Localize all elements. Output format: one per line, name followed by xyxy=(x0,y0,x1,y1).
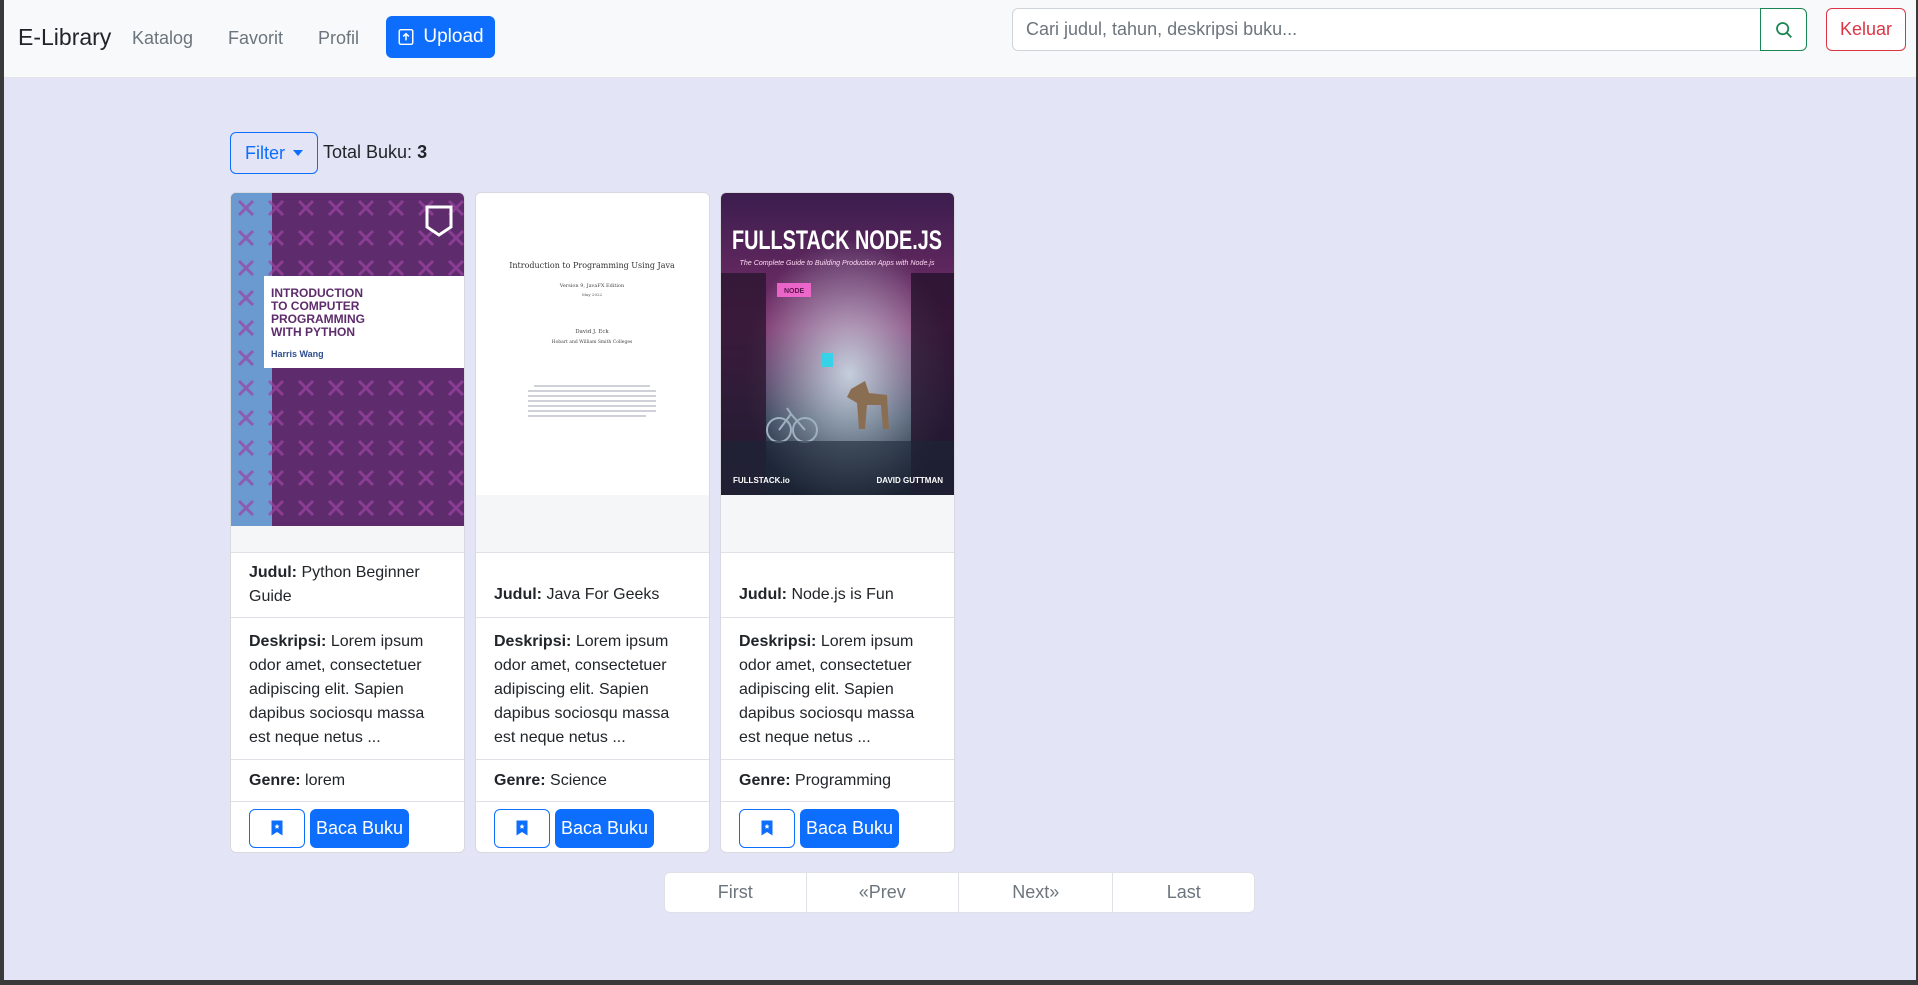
book-genre-label: Genre: xyxy=(739,771,791,789)
logout-button[interactable]: Keluar xyxy=(1826,8,1906,51)
cover-title-line-2: TO COMPUTER xyxy=(271,299,360,313)
bookmark-button[interactable] xyxy=(739,808,795,848)
book-title-label: Judul: xyxy=(249,564,297,581)
bookmark-icon xyxy=(761,820,773,836)
book-description-label: Deskripsi: xyxy=(494,633,572,650)
total-books-value: 3 xyxy=(417,142,428,162)
book-title-row: Judul: Python Beginner Guide xyxy=(231,552,464,617)
book-genre-row: Genre: Programming xyxy=(721,759,954,801)
book-genre: Programming xyxy=(795,771,892,789)
book-card: INTRODUCTION TO COMPUTER PROGRAMMING WIT… xyxy=(230,192,465,853)
pagination-prev[interactable]: «Prev xyxy=(807,873,959,912)
filter-dropdown-button[interactable]: Filter xyxy=(230,132,318,174)
cover-neon-sign: NODE xyxy=(784,288,805,295)
book-description-label: Deskripsi: xyxy=(249,633,327,650)
bookmark-icon xyxy=(516,820,528,836)
search-icon xyxy=(1775,21,1792,38)
search-input[interactable] xyxy=(1012,8,1761,51)
pagination-next[interactable]: Next» xyxy=(959,873,1114,912)
total-books: Total Buku: 3 xyxy=(323,142,427,163)
pagination: First «Prev Next» Last xyxy=(664,872,1255,913)
cover-publisher: FULLSTACK.io xyxy=(733,476,790,485)
bookmark-button[interactable] xyxy=(494,808,550,848)
upload-icon xyxy=(398,28,414,46)
filter-label: Filter xyxy=(245,142,285,163)
window-frame-bottom xyxy=(0,980,1918,985)
book-actions: Baca Buku xyxy=(721,801,954,852)
cover-subtitle: The Complete Guide to Building Productio… xyxy=(740,260,935,267)
nav-link-favorit[interactable]: Favorit xyxy=(228,28,283,49)
cover-author: DAVID GUTTMAN xyxy=(876,476,943,485)
cover-affiliation: Hobart and William Smith Colleges xyxy=(552,339,633,345)
book-cover-image[interactable]: INTRODUCTION TO COMPUTER PROGRAMMING WIT… xyxy=(231,193,464,552)
book-cover-image[interactable]: Introduction to Programming Using Java V… xyxy=(476,193,709,552)
cover-edition: Version 9, JavaFX Edition xyxy=(559,283,625,289)
navbar: E-Library Katalog Favorit Profil Upload … xyxy=(4,0,1916,78)
book-description-row: Deskripsi: Lorem ipsum odor amet, consec… xyxy=(476,617,709,759)
pagination-first[interactable]: First xyxy=(665,873,807,912)
book-card: Introduction to Programming Using Java V… xyxy=(475,192,710,853)
book-actions: Baca Buku xyxy=(476,801,709,852)
cover-title-line-4: WITH PYTHON xyxy=(271,325,355,339)
book-genre-row: Genre: lorem xyxy=(231,759,464,801)
book-genre-label: Genre: xyxy=(249,771,301,789)
book-description-label: Deskripsi: xyxy=(739,633,817,650)
total-books-label: Total Buku: xyxy=(323,142,413,162)
book-title: Node.js is Fun xyxy=(791,586,894,603)
cover-author: Harris Wang xyxy=(271,349,324,359)
search-button[interactable] xyxy=(1760,8,1807,51)
book-cover-image[interactable]: NODE FULLSTACK NODE.JS The Complete Guid… xyxy=(721,193,954,552)
book-card: NODE FULLSTACK NODE.JS The Complete Guid… xyxy=(720,192,955,853)
book-actions: Baca Buku xyxy=(231,801,464,852)
cover-date: May 2022 xyxy=(582,292,603,297)
book-title-row: Judul: Java For Geeks xyxy=(476,552,709,617)
book-title: Java For Geeks xyxy=(546,586,660,603)
window-frame-left xyxy=(0,0,4,985)
upload-label: Upload xyxy=(423,26,484,47)
caret-down-icon xyxy=(293,150,303,156)
upload-button[interactable]: Upload xyxy=(386,16,495,58)
read-book-button[interactable]: Baca Buku xyxy=(800,808,900,848)
book-title-label: Judul: xyxy=(739,586,787,603)
book-genre-row: Genre: Science xyxy=(476,759,709,801)
book-title-label: Judul: xyxy=(494,586,542,603)
pagination-last[interactable]: Last xyxy=(1113,873,1254,912)
book-title-row: Judul: Node.js is Fun xyxy=(721,552,954,617)
book-description-row: Deskripsi: Lorem ipsum odor amet, consec… xyxy=(721,617,954,759)
book-genre: Science xyxy=(550,771,607,789)
cover-author: David J. Eck xyxy=(575,329,609,335)
cover-title: FULLSTACK NODE.JS xyxy=(732,225,942,255)
read-book-button[interactable]: Baca Buku xyxy=(310,808,410,848)
brand-link[interactable]: E-Library xyxy=(18,24,111,51)
nav-link-katalog[interactable]: Katalog xyxy=(132,28,193,49)
cover-title-line-1: INTRODUCTION xyxy=(271,286,363,300)
book-description-row: Deskripsi: Lorem ipsum odor amet, consec… xyxy=(231,617,464,759)
bookmark-button[interactable] xyxy=(249,808,305,848)
cover-title-line-3: PROGRAMMING xyxy=(271,312,365,326)
book-genre: lorem xyxy=(305,771,346,789)
bookmark-icon xyxy=(271,820,283,836)
cover-title: Introduction to Programming Using Java xyxy=(509,261,675,270)
nav-link-profil[interactable]: Profil xyxy=(318,28,359,49)
read-book-button[interactable]: Baca Buku xyxy=(555,808,655,848)
book-genre-label: Genre: xyxy=(494,771,546,789)
